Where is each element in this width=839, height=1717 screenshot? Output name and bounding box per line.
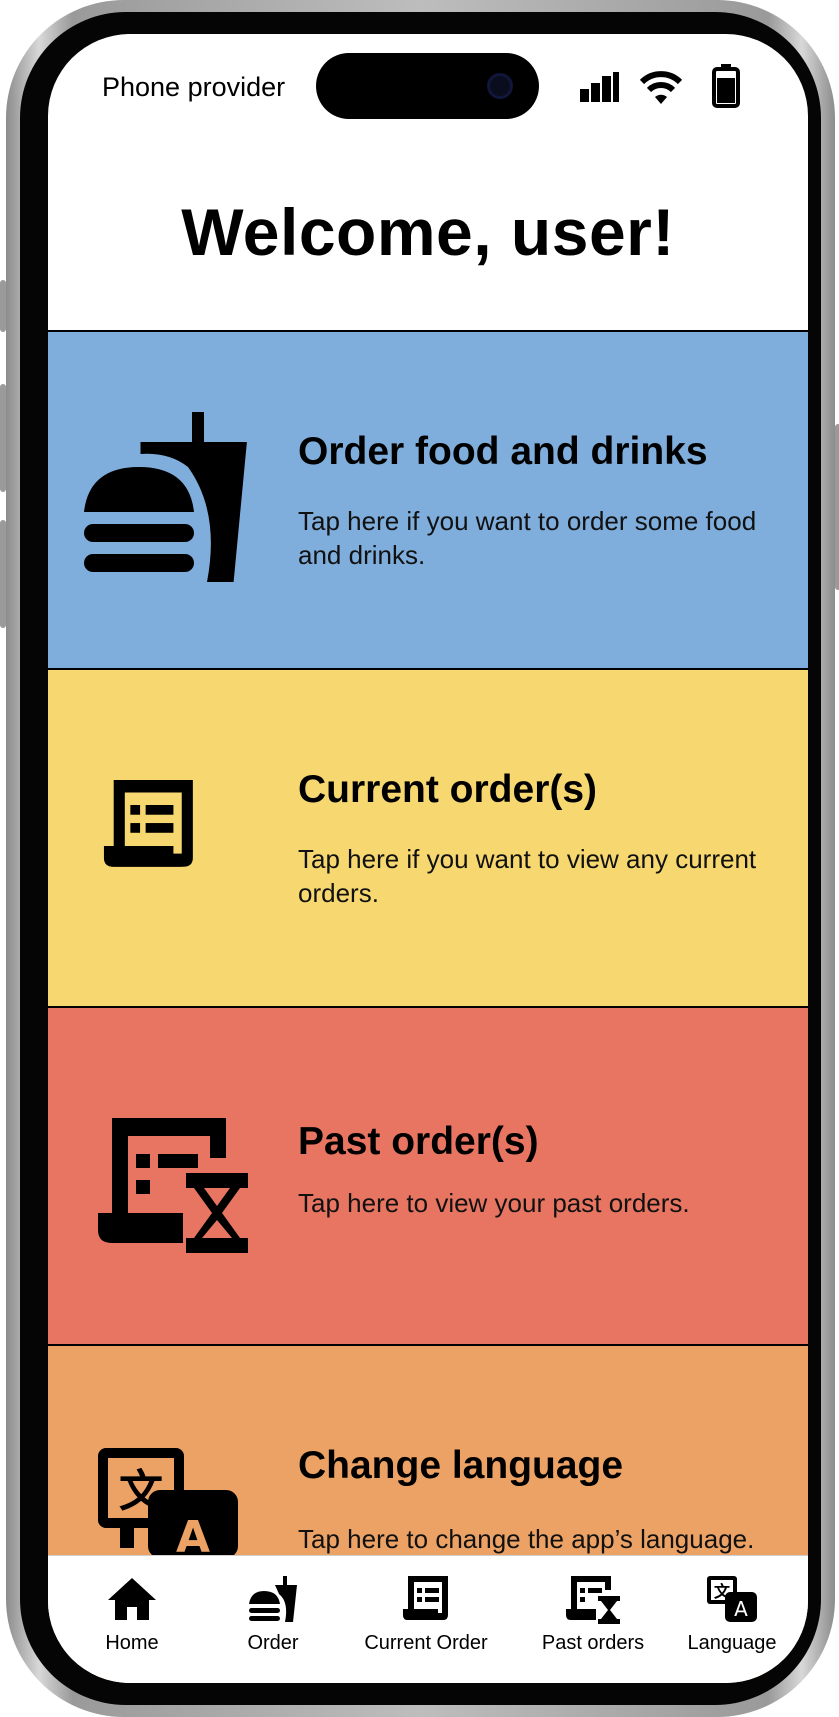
- translate-icon: 文 A: [707, 1576, 757, 1622]
- camera-icon: [487, 73, 513, 99]
- battery-icon: [712, 64, 740, 108]
- volume-up-button: [0, 384, 6, 492]
- page-title: Welcome, user!: [181, 195, 675, 269]
- nav-label: Past orders: [541, 1632, 645, 1654]
- dynamic-island: [316, 53, 539, 119]
- card-past-orders[interactable]: Past order(s) Tap here to view your past…: [48, 1006, 808, 1344]
- nav-item-past-orders[interactable]: Past orders: [518, 1556, 668, 1683]
- nav-label: Home: [105, 1632, 159, 1654]
- screen: Phone provider Welcome, user! Order food…: [48, 34, 808, 1683]
- card-description: Tap here if you want to view any current…: [298, 844, 757, 908]
- card-title: Order food and drinks: [298, 430, 708, 473]
- nav-label: Language: [687, 1632, 777, 1654]
- nav-item-order[interactable]: Order: [218, 1556, 328, 1683]
- svg-text:A: A: [734, 1597, 748, 1621]
- nav-label: Current Order: [364, 1632, 488, 1654]
- card-title: Past order(s): [298, 1120, 539, 1163]
- receipt-history-icon: [98, 1118, 248, 1253]
- action-button: [0, 280, 6, 332]
- power-button: [835, 424, 839, 590]
- receipt-icon: [403, 1576, 448, 1620]
- card-description: Tap here to change the app’s language.: [298, 1524, 755, 1554]
- signal-icon: [580, 72, 619, 102]
- bottom-nav: Home Order Current Order Past orders 文 A…: [48, 1555, 808, 1683]
- nav-item-current-order[interactable]: Current Order: [336, 1556, 516, 1683]
- home-icon: [108, 1578, 156, 1620]
- status-bar: Phone provider: [48, 34, 808, 144]
- card-title: Current order(s): [298, 768, 598, 811]
- provider-label: Phone provider: [102, 72, 286, 102]
- card-description: Tap here if you want to order some food …: [298, 506, 757, 570]
- nav-item-home[interactable]: Home: [70, 1556, 194, 1683]
- svg-text:A: A: [176, 1512, 210, 1558]
- wifi-icon: [639, 71, 683, 104]
- receipt-icon: [103, 780, 193, 867]
- phone-frame: Phone provider Welcome, user! Order food…: [0, 0, 839, 1717]
- nav-label: Order: [247, 1632, 299, 1654]
- nav-item-language[interactable]: 文 A Language: [670, 1556, 794, 1683]
- card-current-orders[interactable]: Current order(s) Tap here if you want to…: [48, 668, 808, 1006]
- card-title: Change language: [298, 1444, 624, 1487]
- food-drink-icon: [84, 412, 247, 582]
- food-drink-icon: [249, 1576, 297, 1622]
- translate-icon: 文 A: [98, 1448, 238, 1558]
- card-description: Tap here to view your past orders.: [298, 1188, 690, 1218]
- receipt-history-icon: [566, 1576, 620, 1624]
- volume-down-button: [0, 520, 6, 628]
- card-order-food[interactable]: Order food and drinks Tap here if you wa…: [48, 330, 808, 668]
